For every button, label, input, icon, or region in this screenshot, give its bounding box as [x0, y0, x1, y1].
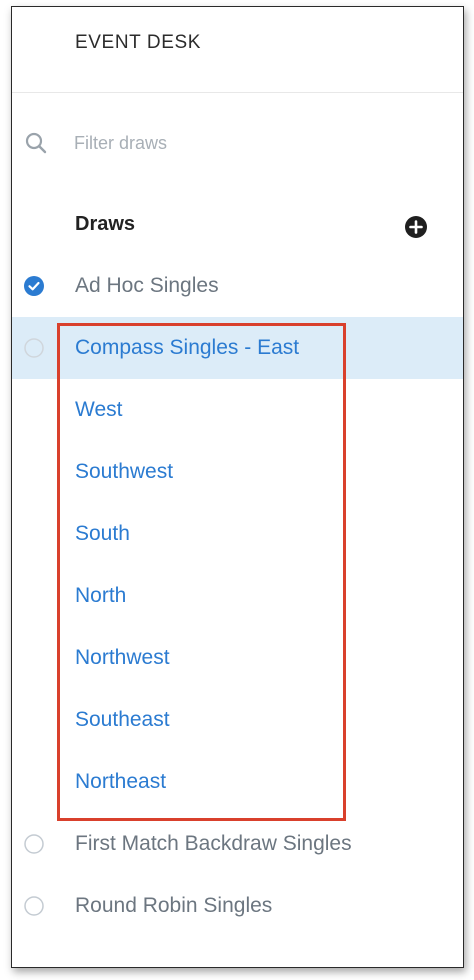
draws-list: Ad Hoc Singles Compass Singles - East We…	[12, 255, 463, 937]
draws-section-header: Draws	[12, 193, 463, 255]
add-draw-icon[interactable]	[404, 215, 428, 239]
draw-item-label: Compass Singles - East	[75, 336, 300, 359]
draw-item-label: South	[75, 522, 130, 545]
draw-item-label: Ad Hoc Singles	[75, 274, 219, 297]
radio-circle-icon[interactable]	[24, 896, 44, 916]
search-icon	[24, 131, 48, 155]
draw-item-northeast[interactable]: Northeast	[12, 751, 463, 813]
filter-draws-input[interactable]	[74, 125, 434, 161]
draw-item-label: North	[75, 584, 127, 607]
checked-circle-icon[interactable]	[24, 276, 44, 296]
draw-item-label: Southeast	[75, 708, 170, 731]
draw-item-label: West	[75, 398, 123, 421]
event-desk-panel: EVENT DESK Draws	[11, 6, 464, 968]
draw-item-first-match-backdraw-singles[interactable]: First Match Backdraw Singles	[12, 813, 463, 875]
draw-item-compass-singles-east[interactable]: Compass Singles - East	[12, 317, 463, 379]
draw-item-north[interactable]: North	[12, 565, 463, 627]
draw-item-south[interactable]: South	[12, 503, 463, 565]
draw-item-label: Southwest	[75, 460, 174, 483]
draw-item-southwest[interactable]: Southwest	[12, 441, 463, 503]
draws-heading: Draws	[75, 213, 136, 235]
draw-item-label: Round Robin Singles	[75, 894, 273, 917]
radio-circle-icon[interactable]	[24, 338, 44, 358]
draw-item-northwest[interactable]: Northwest	[12, 627, 463, 689]
draw-item-west[interactable]: West	[12, 379, 463, 441]
page-title: EVENT DESK	[75, 31, 202, 53]
panel-header: EVENT DESK	[12, 7, 463, 93]
draw-item-ad-hoc-singles[interactable]: Ad Hoc Singles	[12, 255, 463, 317]
draw-item-label: Northwest	[75, 646, 170, 669]
draw-item-label: First Match Backdraw Singles	[75, 832, 352, 855]
draw-item-southeast[interactable]: Southeast	[12, 689, 463, 751]
search-bar	[12, 93, 463, 193]
draw-item-round-robin-singles[interactable]: Round Robin Singles	[12, 875, 463, 937]
draw-item-label: Northeast	[75, 770, 167, 793]
radio-circle-icon[interactable]	[24, 834, 44, 854]
